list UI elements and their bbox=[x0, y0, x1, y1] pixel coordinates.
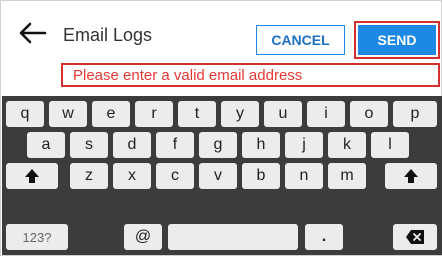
key-a[interactable]: a bbox=[27, 132, 65, 158]
space-key[interactable] bbox=[168, 224, 298, 250]
key-q[interactable]: q bbox=[6, 101, 44, 127]
cancel-button[interactable]: CANCEL bbox=[256, 25, 345, 55]
shift-up-arrow-icon bbox=[25, 169, 39, 183]
key-m[interactable]: m bbox=[328, 163, 366, 189]
back-arrow-icon[interactable] bbox=[17, 21, 47, 45]
key-s[interactable]: s bbox=[70, 132, 108, 158]
key-l[interactable]: l bbox=[371, 132, 409, 158]
key-period[interactable]: . bbox=[305, 224, 343, 250]
shift-key-left[interactable] bbox=[6, 163, 58, 189]
send-button[interactable]: SEND bbox=[358, 25, 436, 55]
key-h[interactable]: h bbox=[242, 132, 280, 158]
key-t[interactable]: t bbox=[178, 101, 216, 127]
key-at[interactable]: @ bbox=[124, 224, 162, 250]
key-z[interactable]: z bbox=[70, 163, 108, 189]
key-g[interactable]: g bbox=[199, 132, 237, 158]
backspace-key[interactable] bbox=[393, 224, 437, 250]
numbers-key[interactable]: 123? bbox=[6, 224, 68, 250]
key-u[interactable]: u bbox=[264, 101, 302, 127]
key-k[interactable]: k bbox=[328, 132, 366, 158]
key-b[interactable]: b bbox=[242, 163, 280, 189]
email-logs-screen: Email Logs CANCEL SEND Please enter a va… bbox=[0, 0, 442, 256]
shift-up-arrow-icon bbox=[404, 169, 418, 183]
error-message: Please enter a valid email address bbox=[61, 63, 440, 87]
key-o[interactable]: o bbox=[350, 101, 388, 127]
key-v[interactable]: v bbox=[199, 163, 237, 189]
key-p[interactable]: p bbox=[393, 101, 437, 127]
key-j[interactable]: j bbox=[285, 132, 323, 158]
key-c[interactable]: c bbox=[156, 163, 194, 189]
error-text: Please enter a valid email address bbox=[73, 66, 303, 84]
key-f[interactable]: f bbox=[156, 132, 194, 158]
on-screen-keyboard: q w e r t y u i o p a s d f g h j k l z … bbox=[2, 96, 442, 255]
key-w[interactable]: w bbox=[49, 101, 87, 127]
key-e[interactable]: e bbox=[92, 101, 130, 127]
key-r[interactable]: r bbox=[135, 101, 173, 127]
key-d[interactable]: d bbox=[113, 132, 151, 158]
key-x[interactable]: x bbox=[113, 163, 151, 189]
key-i[interactable]: i bbox=[307, 101, 345, 127]
key-y[interactable]: y bbox=[221, 101, 259, 127]
backspace-icon bbox=[406, 230, 424, 244]
shift-key-right[interactable] bbox=[385, 163, 437, 189]
page-title: Email Logs bbox=[63, 25, 153, 45]
key-n[interactable]: n bbox=[285, 163, 323, 189]
